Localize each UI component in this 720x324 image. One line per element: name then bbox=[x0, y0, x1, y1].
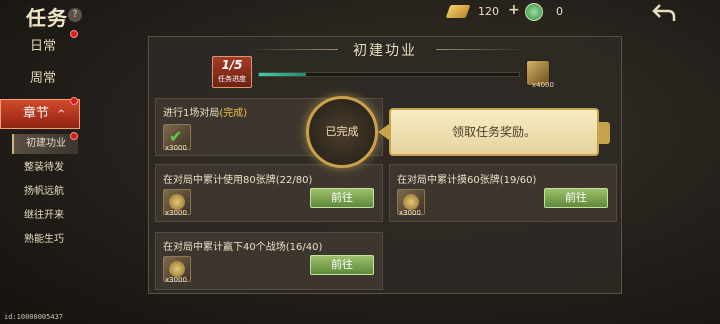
progress-bar bbox=[258, 72, 520, 77]
sidebar-item-daily[interactable]: 日常 bbox=[8, 33, 78, 61]
claim-reward-tooltip: 领取任务奖励。 bbox=[389, 108, 599, 156]
task-title-text: 进行1场对局 bbox=[163, 108, 220, 119]
go-button[interactable]: 前往 bbox=[544, 188, 608, 208]
progress-badge: 1/5 任务进度 bbox=[212, 56, 252, 88]
task-status: (完成) bbox=[219, 108, 248, 119]
go-button[interactable]: 前往 bbox=[310, 188, 374, 208]
gold-amount: 120 bbox=[478, 5, 499, 18]
chevron-up-icon: ^ bbox=[57, 109, 66, 120]
general-token-icon bbox=[169, 194, 185, 210]
sidebar-item-label: 周常 bbox=[29, 71, 56, 86]
reward-amount: x3000 bbox=[399, 209, 421, 217]
sidebar-item-label: 日常 bbox=[29, 39, 56, 54]
tooltip-tab bbox=[598, 122, 610, 144]
task-title: 进行1场对局(完成) bbox=[163, 104, 247, 119]
chest-reward-amount: x4000 bbox=[532, 81, 554, 89]
jade-currency-icon bbox=[525, 3, 543, 21]
general-token-icon bbox=[169, 261, 185, 277]
sidebar-item-label: 章节 bbox=[23, 106, 50, 121]
subitem-jiWangKaiLai[interactable]: 继往开来 bbox=[12, 206, 78, 226]
general-token-icon bbox=[403, 194, 419, 210]
tooltip-arrow bbox=[378, 124, 389, 140]
subitem-zhengZhuangDaiFa[interactable]: 整装待发 bbox=[12, 158, 78, 178]
go-button[interactable]: 前往 bbox=[310, 255, 374, 275]
notification-dot bbox=[70, 132, 78, 140]
gold-ingot-icon bbox=[445, 5, 471, 18]
notification-dot bbox=[70, 97, 78, 105]
reward-amount: x3000 bbox=[165, 144, 187, 152]
progress-value: 1/5 bbox=[221, 58, 243, 72]
reward-amount: x3000 bbox=[165, 276, 187, 284]
jade-amount: 0 bbox=[556, 5, 563, 18]
user-id: id:10000005437 bbox=[4, 313, 64, 321]
completed-stamp[interactable]: 已完成 bbox=[306, 96, 378, 168]
task-title: 在对局中累计摸60张牌(19/60) bbox=[397, 175, 537, 186]
sidebar-item-weekly[interactable]: 周常 bbox=[8, 65, 78, 93]
reward-amount: x3000 bbox=[165, 209, 187, 217]
subitem-chuJianGongYe[interactable]: 初建功业 bbox=[12, 134, 78, 154]
progress-bar-fill bbox=[259, 73, 306, 76]
notification-dot bbox=[70, 30, 78, 38]
help-icon[interactable]: ? bbox=[68, 8, 82, 22]
progress-label: 任务进度 bbox=[218, 75, 246, 83]
add-currency-button[interactable]: + bbox=[508, 2, 520, 18]
task-title: 在对局中累计使用80张牌(22/80) bbox=[163, 175, 313, 186]
subitem-shuNengShengQiao[interactable]: 熟能生巧 bbox=[12, 230, 78, 250]
back-arrow-icon[interactable] bbox=[652, 2, 678, 24]
page-title: 任务 bbox=[26, 6, 68, 30]
subitem-yangFanYuanHang[interactable]: 扬帆远航 bbox=[12, 182, 78, 202]
task-title: 在对局中累计赢下40个战场(16/40) bbox=[163, 242, 323, 253]
sidebar-item-chapter[interactable]: 章节 ^ bbox=[0, 99, 80, 129]
